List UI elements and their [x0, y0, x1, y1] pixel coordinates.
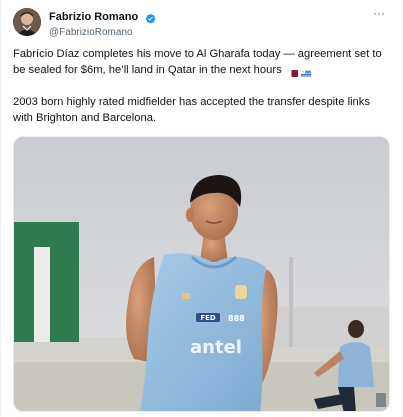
- more-dots-icon[interactable]: ···: [370, 7, 388, 22]
- avatar[interactable]: [13, 8, 41, 36]
- verified-badge-icon: [145, 11, 156, 24]
- tweet-card[interactable]: Fabrizio Romano @FabrizioRomano ··· Fabr…: [0, 0, 403, 417]
- tweet-media-photo[interactable]: FED 888 antel: [13, 136, 390, 412]
- tweet-paragraph-2: 2003 born highly rated midfielder has ac…: [13, 96, 370, 124]
- tweet-text: Fabrício Díaz completes his move to Al G…: [13, 46, 388, 142]
- svg-text:antel: antel: [190, 337, 242, 358]
- qatar-flag-icon: [287, 66, 298, 77]
- tweet-paragraph-1: Fabrício Díaz completes his move to Al G…: [13, 46, 388, 78]
- shirt-badge-icon: [235, 285, 247, 299]
- player-training-photo: FED 888 antel: [14, 137, 389, 411]
- uruguay-flag-icon: [300, 66, 311, 77]
- author-handle[interactable]: @FabrizioRomano: [49, 26, 156, 39]
- tweet-paragraph-1-text: Fabrício Díaz completes his move to Al G…: [13, 48, 382, 76]
- avatar-image: [13, 8, 41, 36]
- svg-text:888: 888: [228, 314, 245, 323]
- author-names: Fabrizio Romano @FabrizioRomano: [49, 8, 156, 39]
- author-display-name[interactable]: Fabrizio Romano: [49, 10, 138, 24]
- tweet-header: Fabrizio Romano @FabrizioRomano ···: [13, 7, 390, 39]
- svg-text:FED: FED: [200, 314, 216, 322]
